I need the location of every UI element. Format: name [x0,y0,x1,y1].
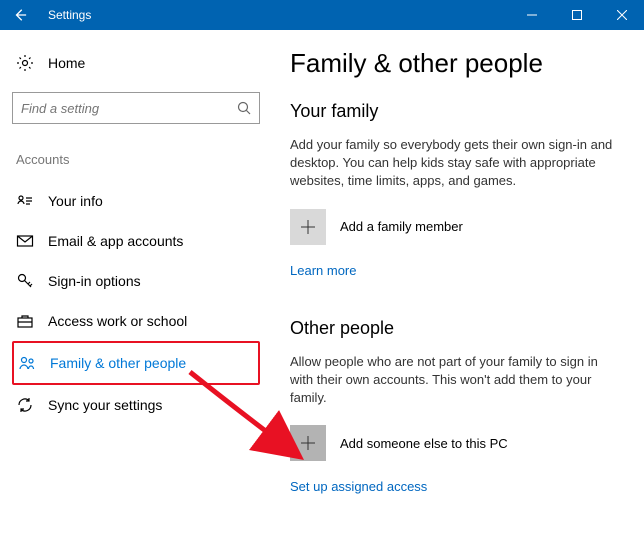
briefcase-icon [16,312,34,330]
search-icon [237,101,251,115]
gear-icon [16,54,34,72]
sidebar-item-email[interactable]: Email & app accounts [12,221,260,261]
add-someone-label: Add someone else to this PC [340,436,508,451]
sync-icon [16,396,34,414]
category-label: Accounts [12,152,260,167]
assigned-access-link[interactable]: Set up assigned access [290,479,624,494]
people-icon [18,354,36,372]
maximize-icon [572,10,582,20]
maximize-button[interactable] [554,0,599,30]
person-card-icon [16,192,34,210]
plus-icon [290,209,326,245]
sidebar-item-family[interactable]: Family & other people [12,341,260,385]
close-icon [617,10,627,20]
window-controls [509,0,644,30]
window-title: Settings [40,8,509,22]
add-someone-else-button[interactable]: Add someone else to this PC [290,425,624,461]
home-label: Home [48,55,85,71]
sidebar-item-label: Sign-in options [48,273,141,289]
sidebar-item-signin[interactable]: Sign-in options [12,261,260,301]
close-button[interactable] [599,0,644,30]
home-button[interactable]: Home [12,48,260,78]
back-button[interactable] [0,0,40,30]
family-heading: Your family [290,101,624,122]
learn-more-link[interactable]: Learn more [290,263,624,278]
minimize-icon [527,10,537,20]
key-icon [16,272,34,290]
minimize-button[interactable] [509,0,554,30]
sidebar-item-work[interactable]: Access work or school [12,301,260,341]
sidebar-item-label: Email & app accounts [48,233,183,249]
titlebar: Settings [0,0,644,30]
sidebar-item-your-info[interactable]: Your info [12,181,260,221]
other-people-description: Allow people who are not part of your fa… [290,353,624,408]
plus-icon [290,425,326,461]
sidebar: Home Accounts Your info Email & app acco… [0,30,272,541]
page-title: Family & other people [290,48,624,79]
mail-icon [16,232,34,250]
other-people-heading: Other people [290,318,624,339]
arrow-left-icon [13,8,27,22]
search-input[interactable] [21,101,237,116]
sidebar-item-label: Sync your settings [48,397,162,413]
sidebar-item-label: Your info [48,193,103,209]
main-panel: Family & other people Your family Add yo… [272,30,644,541]
search-box[interactable] [12,92,260,124]
add-family-member-button[interactable]: Add a family member [290,209,624,245]
family-description: Add your family so everybody gets their … [290,136,624,191]
sidebar-item-label: Family & other people [50,355,186,371]
sidebar-item-label: Access work or school [48,313,187,329]
add-family-label: Add a family member [340,219,463,234]
sidebar-item-sync[interactable]: Sync your settings [12,385,260,425]
